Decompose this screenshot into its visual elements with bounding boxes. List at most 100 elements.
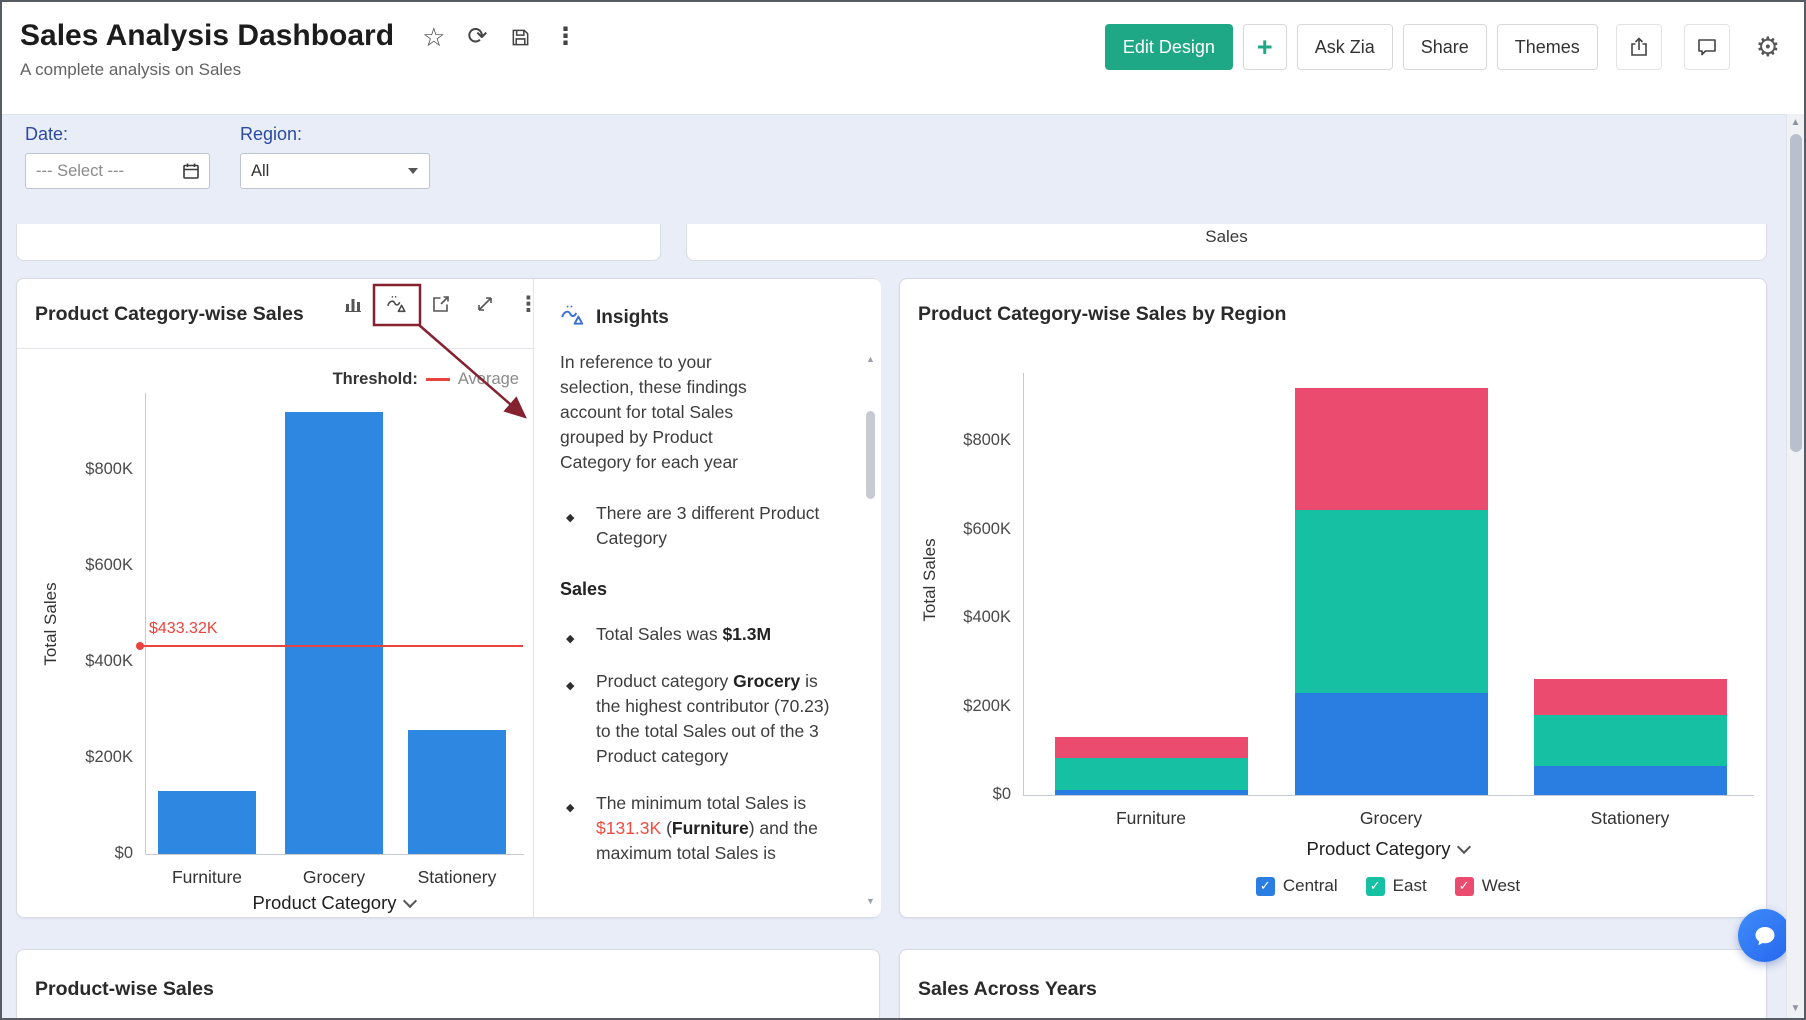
bullet-diamond-icon: ◆ xyxy=(566,627,574,652)
y-axis-tick: $400K xyxy=(53,652,133,671)
legend-item-central[interactable]: ✓Central xyxy=(1256,876,1338,896)
scroll-down-icon[interactable]: ▼ xyxy=(866,895,875,907)
y-axis-tick: $200K xyxy=(931,697,1011,716)
threshold-legend-text: Average xyxy=(458,370,519,389)
bar-grocery[interactable] xyxy=(285,412,383,854)
bar-segment-east-stationery[interactable] xyxy=(1534,715,1727,766)
y-axis-tick: $600K xyxy=(53,556,133,575)
bar-chart: Threshold: Average Total Sales Product C… xyxy=(17,348,533,919)
region-filter-value: All xyxy=(241,162,408,181)
scroll-up-icon[interactable]: ▲ xyxy=(866,353,875,365)
header: Sales Analysis Dashboard ☆ ⟳ ⋮ A complet… xyxy=(2,2,1804,115)
checkbox-checked-icon[interactable]: ✓ xyxy=(1256,877,1275,896)
stacked-bar-chart: Total Sales Product Category ✓Central✓Ea… xyxy=(900,348,1768,919)
insights-body: In reference to your selection, these fi… xyxy=(534,350,881,866)
settings-gear-icon[interactable]: ⚙ xyxy=(1756,34,1780,61)
chevron-down-icon xyxy=(403,894,417,908)
comments-button[interactable] xyxy=(1684,24,1730,70)
themes-button[interactable]: Themes xyxy=(1497,24,1598,70)
bar-stationery[interactable] xyxy=(408,730,506,854)
threshold-label: Threshold: xyxy=(333,370,418,389)
region-filter-select[interactable]: All xyxy=(240,153,430,189)
add-button[interactable]: + xyxy=(1243,24,1287,70)
bar-segment-west-grocery[interactable] xyxy=(1295,388,1488,510)
scroll-down-icon[interactable]: ▼ xyxy=(1791,1000,1801,1018)
threshold-value: $433.32K xyxy=(149,620,218,638)
card-title: Product Category-wise Sales by Region xyxy=(918,303,1286,326)
insights-scrollbar-thumb[interactable] xyxy=(866,411,875,499)
date-filter-select[interactable]: --- Select --- xyxy=(25,153,210,189)
region-filter: Region: All xyxy=(240,124,430,189)
checkbox-checked-icon[interactable]: ✓ xyxy=(1455,877,1474,896)
legend-item-west[interactable]: ✓West xyxy=(1455,876,1520,896)
zia-icon xyxy=(560,303,586,332)
card-title: Product-wise Sales xyxy=(35,978,214,1001)
refresh-icon[interactable]: ⟳ xyxy=(467,25,487,49)
x-axis-line xyxy=(145,854,524,855)
bar-furniture[interactable] xyxy=(158,791,256,854)
bar-segment-east-furniture[interactable] xyxy=(1055,758,1248,790)
y-axis-tick: $0 xyxy=(931,785,1011,804)
chart-type-icon[interactable] xyxy=(342,293,364,315)
y-axis-tick: $200K xyxy=(53,748,133,767)
favorite-star-icon[interactable]: ☆ xyxy=(422,24,445,50)
bar-segment-central-grocery[interactable] xyxy=(1295,693,1488,795)
ask-zia-button[interactable]: Ask Zia xyxy=(1297,24,1393,70)
dropdown-caret-icon xyxy=(408,168,418,174)
insights-panel: Insights In reference to your selection,… xyxy=(533,279,881,917)
calendar-icon[interactable] xyxy=(173,154,209,188)
bar-segment-west-stationery[interactable] xyxy=(1534,679,1727,715)
x-axis-tick: Stationery xyxy=(357,867,557,888)
bar-segment-east-grocery[interactable] xyxy=(1295,510,1488,693)
chevron-down-icon xyxy=(1457,840,1471,854)
scrollbar-thumb[interactable] xyxy=(1790,134,1802,452)
scroll-up-icon[interactable]: ▲ xyxy=(1791,114,1801,132)
insight-bullet: ◆There are 3 different Product Category xyxy=(560,501,834,551)
zia-assistant-button[interactable] xyxy=(1738,909,1791,962)
x-axis-title-text: Product Category xyxy=(253,892,397,913)
zia-insights-icon[interactable] xyxy=(386,293,408,315)
legend-item-east[interactable]: ✓ East xyxy=(1366,876,1427,896)
x-axis-title[interactable]: Product Category xyxy=(1023,838,1753,860)
page-scrollbar[interactable]: ▲ ▼ xyxy=(1786,114,1804,1018)
export-button[interactable] xyxy=(1616,24,1662,70)
card-header: Product Category-wise Sales by Region xyxy=(900,279,1766,348)
bar-segment-central-furniture[interactable] xyxy=(1055,790,1248,795)
comment-icon xyxy=(1696,36,1718,58)
threshold-legend: Threshold: Average xyxy=(333,370,519,389)
y-axis-line xyxy=(145,393,146,854)
expand-icon[interactable] xyxy=(474,293,496,315)
edit-design-button[interactable]: Edit Design xyxy=(1105,24,1233,70)
title-actions: ☆ ⟳ ⋮ xyxy=(422,24,577,50)
insight-p: In reference to your selection, these fi… xyxy=(560,350,782,475)
chat-icon xyxy=(1751,922,1779,950)
insights-header: Insights xyxy=(534,279,881,332)
date-filter: Date: --- Select --- xyxy=(25,124,210,189)
legend-label: East xyxy=(1393,876,1427,896)
x-axis-title[interactable]: Product Category xyxy=(145,892,523,914)
checkbox-checked-icon[interactable]: ✓ xyxy=(1366,877,1385,896)
y-axis-tick: $800K xyxy=(53,460,133,479)
chart-legend: ✓Central✓East✓West xyxy=(1023,876,1753,896)
page-title: Sales Analysis Dashboard xyxy=(20,16,394,56)
threshold-line-swatch xyxy=(426,378,450,381)
bar-segment-central-stationery[interactable] xyxy=(1534,766,1727,795)
card-category-sales-by-region: Product Category-wise Sales by Region To… xyxy=(899,278,1767,918)
more-options-icon[interactable]: ⋮ xyxy=(553,25,577,49)
share-button[interactable]: Share xyxy=(1403,24,1487,70)
cutoff-axis-label: Sales xyxy=(687,224,1766,247)
y-axis-tick: $400K xyxy=(931,608,1011,627)
card-partial-left xyxy=(16,224,661,261)
y-axis-tick: $800K xyxy=(931,431,1011,450)
title-block: Sales Analysis Dashboard ☆ ⟳ ⋮ A complet… xyxy=(20,16,577,80)
open-in-new-icon[interactable] xyxy=(430,293,452,315)
card-title: Product Category-wise Sales xyxy=(35,303,304,326)
insights-scrollbar[interactable]: ▲ ▼ xyxy=(864,353,877,907)
card-sales-across-years: Sales Across Years xyxy=(899,949,1767,1020)
page-subtitle: A complete analysis on Sales xyxy=(20,60,577,80)
y-axis-tick: $0 xyxy=(53,844,133,863)
insight-bullet: ◆Product category Grocery is the highest… xyxy=(560,669,834,769)
date-filter-label: Date: xyxy=(25,124,210,145)
bar-segment-west-furniture[interactable] xyxy=(1055,737,1248,758)
save-icon[interactable] xyxy=(509,26,531,48)
